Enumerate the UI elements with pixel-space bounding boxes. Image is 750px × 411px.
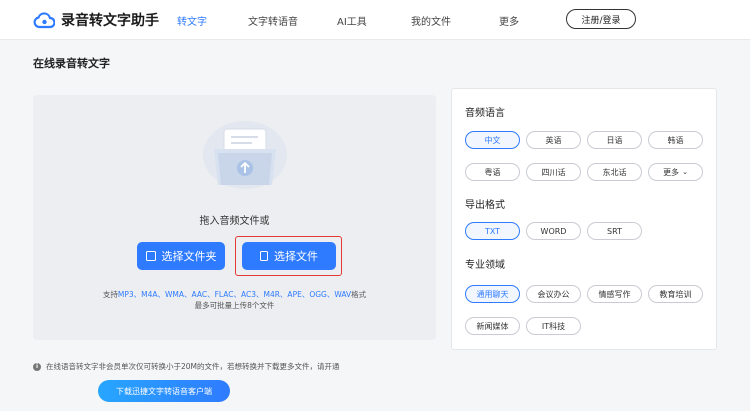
domain-title: 专业领域: [465, 260, 505, 271]
audio-language-title: 音频语言: [465, 108, 505, 119]
notice-text: 在线语音转文字非会员单次仅可转换小于20M的文件，若想转换并下载更多文件，请开通: [46, 362, 340, 371]
folder-upload-illustration: [203, 121, 287, 189]
export-chip-srt[interactable]: SRT: [587, 222, 642, 240]
nav-my-files[interactable]: 我的文件: [411, 13, 451, 28]
cloud-logo-icon: [33, 12, 55, 29]
language-more-label: 更多: [663, 167, 680, 177]
language-chip-japanese[interactable]: 日语: [587, 131, 642, 149]
formats-list: MP3、M4A、WMA、AAC、FLAC、AC3、M4R、APE、OGG、WAV: [117, 290, 352, 299]
select-file-label: 选择文件: [274, 250, 318, 263]
select-folder-label: 选择文件夹: [161, 250, 217, 263]
language-chip-cantonese[interactable]: 粤语: [465, 163, 520, 181]
language-chip-korean[interactable]: 韩语: [648, 131, 703, 149]
export-format-title: 导出格式: [465, 200, 505, 211]
supported-formats-text: 支持MP3、M4A、WMA、AAC、FLAC、AC3、M4R、APE、OGG、W…: [33, 289, 436, 300]
member-notice: i 在线语音转文字非会员单次仅可转换小于20M的文件，若想转换并下载更多文件，请…: [33, 361, 340, 372]
language-chip-chinese[interactable]: 中文: [465, 131, 520, 149]
language-chip-northeastern[interactable]: 东北话: [587, 163, 642, 181]
select-file-button[interactable]: 选择文件: [242, 242, 336, 270]
select-folder-button[interactable]: 选择文件夹: [137, 242, 225, 270]
domain-chip-emotional-writing[interactable]: 情感写作: [587, 285, 642, 303]
app-logo[interactable]: 录音转文字助手: [33, 9, 159, 31]
formats-prefix: 支持: [102, 290, 118, 299]
login-register-button[interactable]: 注册/登录: [566, 9, 636, 29]
info-icon: i: [33, 362, 41, 371]
domain-chip-meeting[interactable]: 会议办公: [526, 285, 581, 303]
language-more-dropdown[interactable]: 更多 ⌄: [648, 163, 703, 181]
domain-chip-news-media[interactable]: 新闻媒体: [465, 317, 520, 335]
nav-ai-tools[interactable]: AI工具: [337, 13, 367, 28]
app-title: 录音转文字助手: [61, 13, 159, 29]
domain-chip-education[interactable]: 教育培训: [648, 285, 703, 303]
folder-icon: [145, 251, 156, 261]
top-header: 录音转文字助手 转文字 文字转语音 AI工具 我的文件 更多 注册/登录: [0, 0, 750, 40]
chevron-down-icon: ⌄: [682, 168, 688, 176]
page-title: 在线录音转文字: [33, 57, 110, 70]
formats-suffix: 格式: [351, 290, 367, 299]
file-icon: [260, 251, 268, 261]
domain-chip-general-chat[interactable]: 通用聊天: [465, 285, 520, 303]
domain-chip-it-tech[interactable]: IT科技: [526, 317, 581, 335]
download-client-button[interactable]: 下载迅捷文字转语音客户端: [98, 380, 230, 402]
batch-limit-text: 最多可批量上传8个文件: [194, 301, 275, 310]
settings-panel: 音频语言 中文 英语 日语 韩语 粤语 四川话 东北话 更多 ⌄ 导出格式 TX…: [451, 88, 717, 350]
export-chip-txt[interactable]: TXT: [465, 222, 520, 240]
nav-more[interactable]: 更多: [499, 13, 519, 28]
nav-text-to-speech[interactable]: 文字转语音: [248, 13, 298, 28]
language-chip-sichuanese[interactable]: 四川话: [526, 163, 581, 181]
drop-hint-text: 拖入音频文件或: [199, 216, 270, 227]
upload-dropzone[interactable]: 拖入音频文件或 选择文件夹 选择文件 支持MP3、M4A、WMA、AAC、FLA…: [33, 95, 436, 340]
language-chip-english[interactable]: 英语: [526, 131, 581, 149]
nav-speech-to-text[interactable]: 转文字: [177, 13, 207, 28]
export-chip-word[interactable]: WORD: [526, 222, 581, 240]
